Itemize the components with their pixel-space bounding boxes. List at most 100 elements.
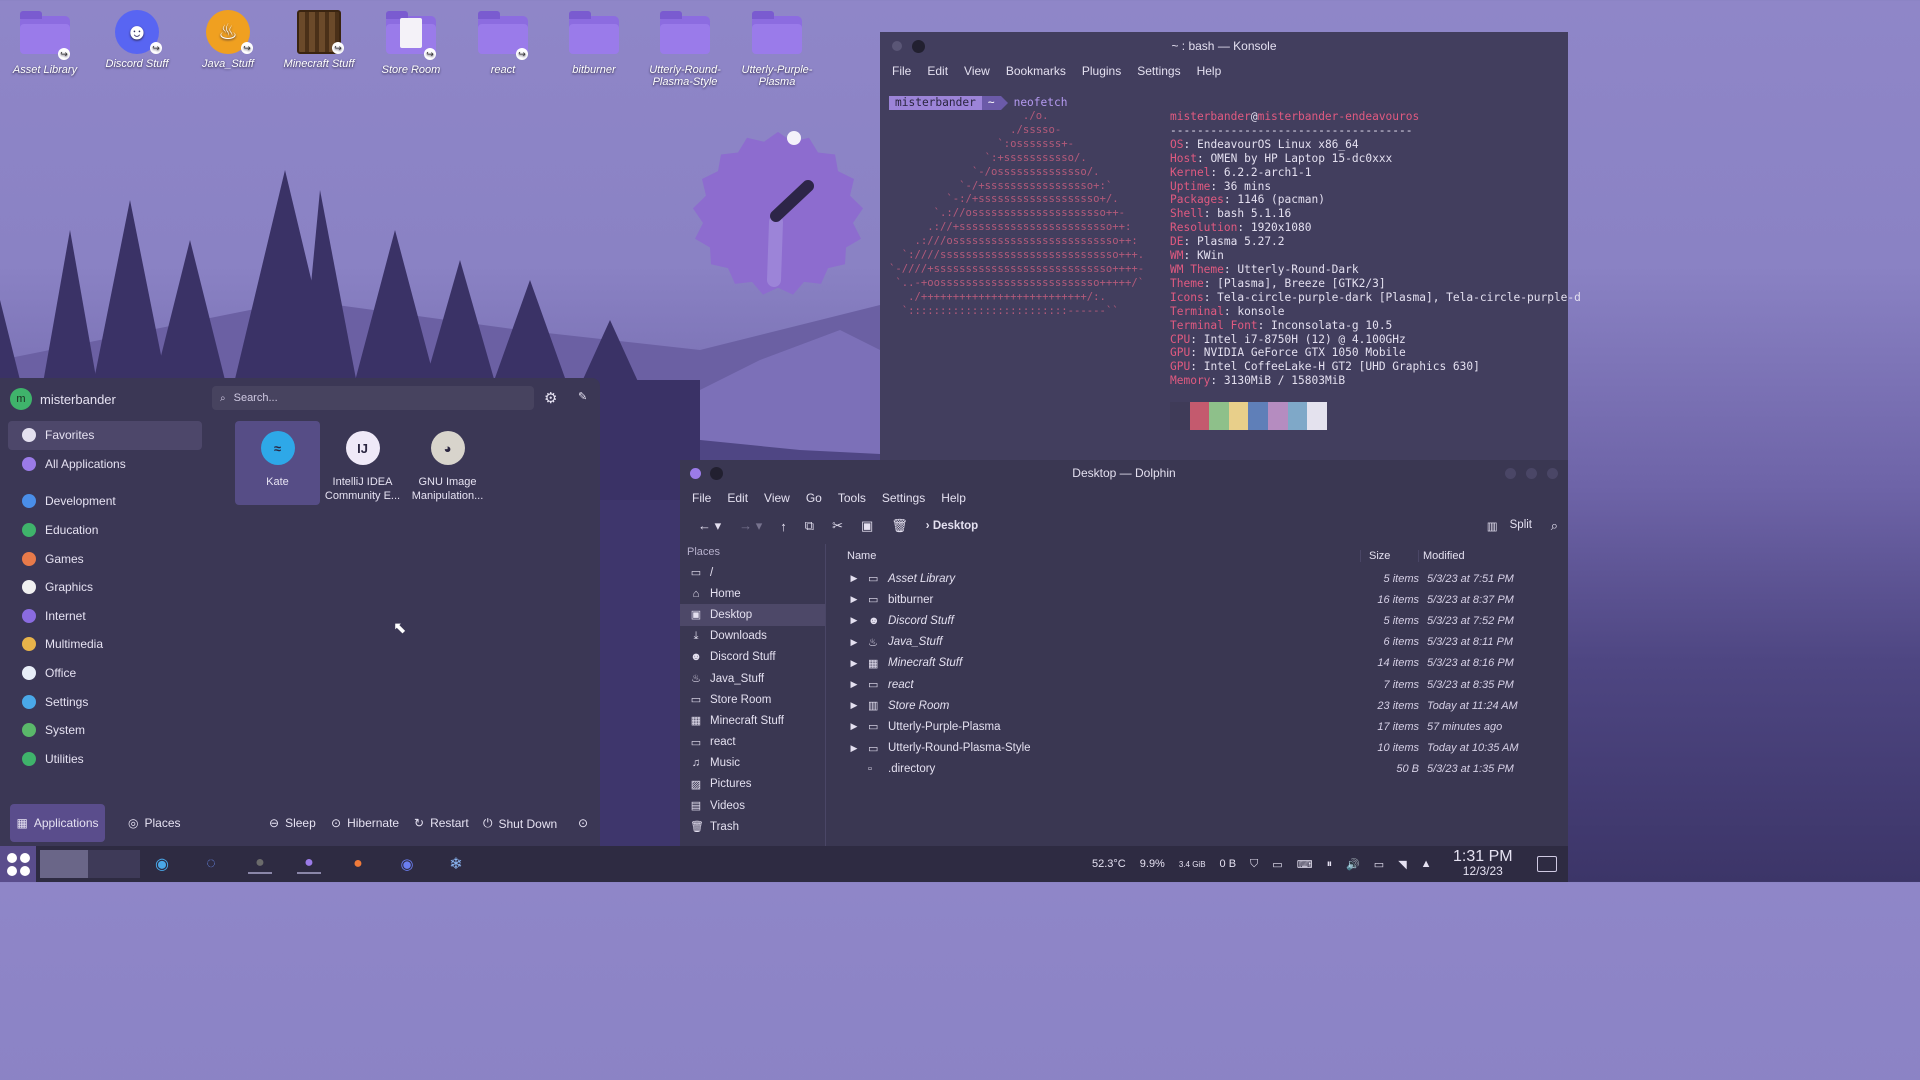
leave-options-icon[interactable]: ⊙ [578,816,588,830]
table-row[interactable]: ▶ ♨ Java_Stuff 6 items 5/3/23 at 8:11 PM [840,632,1550,653]
restart-button[interactable]: ↻ Restart [414,816,469,830]
category-development[interactable]: Development [8,487,202,516]
dolphin-search-icon[interactable]: ⌕ [1551,518,1558,534]
copy-icon[interactable]: ⧉ [805,518,814,534]
konsole-menu-bookmarks[interactable]: Bookmarks [1006,64,1066,78]
category-education[interactable]: Education [8,516,202,545]
application-launcher[interactable]: m misterbander ⌕ Search... ⚙ ✎ Favorites… [0,378,600,846]
dolphin-titlebar[interactable]: Desktop — Dolphin [680,460,1568,486]
konsole-close-icon[interactable] [912,40,925,53]
dolphin-menu-file[interactable]: File [692,491,711,505]
konsole-menu-edit[interactable]: Edit [927,64,948,78]
expand-icon[interactable]: ▶ [840,700,868,711]
app-tile-kate[interactable]: ≈ Kate [235,421,320,505]
desktop-icon-minecraft-stuff[interactable]: ↪ Minecraft Stuff [277,10,361,70]
col-name[interactable]: Name [840,550,1360,562]
table-row[interactable]: ▶ ▭ Utterly-Purple-Plasma 17 items 57 minute… [840,716,1550,737]
konsole-menu-plugins[interactable]: Plugins [1082,64,1121,78]
wifi-icon[interactable]: ◥ [1398,858,1406,871]
places-item-desktop[interactable]: ▣ Desktop [680,604,825,626]
battery-icon[interactable]: ▭ [1374,858,1384,871]
col-modified[interactable]: Modified [1418,550,1465,562]
volume-icon[interactable]: 🔊 [1346,858,1360,871]
table-row[interactable]: ▶ ▭ bitburner 16 items 5/3/23 at 8:37 PM [840,589,1550,610]
breadcrumb[interactable]: › Desktop [926,520,978,532]
sleep-button[interactable]: ⊖ Sleep [269,816,316,830]
table-row[interactable]: ▶ ▭ Asset Library 5 items 5/3/23 at 7:51 PM [840,568,1550,589]
dolphin-window-controls[interactable] [1505,468,1558,479]
places-item-discord-stuff[interactable]: ☻ Discord Stuff [680,647,825,668]
dolphin-menu-edit[interactable]: Edit [727,491,748,505]
dolphin-menu-help[interactable]: Help [941,491,966,505]
hibernate-button[interactable]: ⊙ Hibernate [331,816,399,830]
app-tile-intellij[interactable]: IJ IntelliJ IDEA Community E... [320,421,405,505]
places-item-trash[interactable]: 🗑 Trash [680,816,825,837]
category-system[interactable]: System [8,716,202,745]
terminal-output[interactable]: misterbander ~ neofetch ./o. ./sssso- `:… [889,96,1581,456]
memory-usage[interactable]: 3.4 GiB [1179,860,1206,869]
category-multimedia[interactable]: Multimedia [8,630,202,659]
dolphin-menu-view[interactable]: View [764,491,790,505]
task-dolphin-icon[interactable]: ● [297,854,321,874]
table-row[interactable]: ▶ ▭ Utterly-Round-Plasma-Style 10 items Toda… [840,738,1550,759]
expand-icon[interactable]: ▶ [840,721,868,732]
expand-icon[interactable]: ▶ [840,573,868,584]
places-item-videos[interactable]: ▤ Videos [680,795,825,816]
category-graphics[interactable]: Graphics [8,573,202,602]
table-row[interactable]: ▶ ▭ react 7 items 5/3/23 at 8:35 PM [840,674,1550,695]
konsole-minimize-icon[interactable] [892,41,902,51]
dolphin-window[interactable]: Desktop — Dolphin File Edit View Go Tools Set… [680,460,1568,848]
search-input[interactable]: Search... [234,392,278,404]
shutdown-button[interactable]: ⏻ Shut Down [483,816,557,831]
expand-icon[interactable]: ▶ [840,679,868,690]
pin-icon[interactable]: ✎ [578,390,587,403]
cpu-usage[interactable]: 9.9% [1140,858,1165,870]
network-usage[interactable]: 0 B [1220,858,1237,870]
desktop-icon-asset-library[interactable]: ↪ Asset Library [3,10,87,76]
konsole-menu-view[interactable]: View [964,64,990,78]
konsole-menu-file[interactable]: File [892,64,911,78]
places-item-minecraft-stuff[interactable]: ▦ Minecraft Stuff [680,710,825,731]
dolphin-menu-tools[interactable]: Tools [838,491,866,505]
expand-icon[interactable]: ▶ [840,594,868,605]
show-desktop-icon[interactable] [1537,856,1557,872]
shield-icon[interactable]: ⛉ [1250,858,1258,871]
places-item-home[interactable]: ⌂ Home [680,583,825,604]
split-button[interactable]: ▥ Split [1487,519,1532,533]
places-item-music[interactable]: ♫ Music [680,753,825,774]
desktop-icon-store-room[interactable]: ↪ Store Room [369,10,453,76]
places-item-pictures[interactable]: ▨ Pictures [680,774,825,795]
dolphin-menu-go[interactable]: Go [806,491,822,505]
category-internet[interactable]: Internet [8,602,202,631]
places-item-java-stuff[interactable]: ♨ Java_Stuff [680,668,825,689]
clipboard-icon[interactable]: ▭ [1272,858,1282,871]
konsole-menu-settings[interactable]: Settings [1137,64,1180,78]
table-row[interactable]: ▫ .directory 50 B 5/3/23 at 1:35 PM [840,759,1550,780]
avatar[interactable]: m [10,388,32,410]
app-tile-gnu[interactable]: ◕ GNU Image Manipulation... [405,421,490,505]
table-row[interactable]: ▶ ▦ Minecraft Stuff 14 items 5/3/23 at 8:16 … [840,653,1550,674]
dolphin-close-icon[interactable] [710,467,723,480]
category-favorites[interactable]: Favorites [8,421,202,450]
konsole-menu-help[interactable]: Help [1197,64,1222,78]
paste-icon[interactable]: ▣ [861,518,873,534]
task-dolphin-app-icon[interactable]: ◉ [150,854,174,874]
desktop-icon-react[interactable]: ↪ react [461,10,545,76]
tab-applications[interactable]: ▦ Applications [10,804,105,842]
task-firefox-icon[interactable]: ● [346,855,370,873]
desktop-icon-java-stuff[interactable]: ♨ ↪ Java_Stuff [186,10,270,70]
category-all-applications[interactable]: All Applications [8,450,202,479]
virtual-desktop-pager[interactable] [40,850,140,878]
back-icon[interactable]: ← ▾ [698,518,721,534]
tab-places[interactable]: ◎ Places [128,816,181,830]
category-games[interactable]: Games [8,544,202,573]
desktop-icon-bitburner[interactable]: bitburner [552,10,636,76]
expand-icon[interactable]: ▶ [840,658,868,669]
task-system-monitor-icon[interactable]: ◌ [199,855,223,873]
desktop-icon-discord-stuff[interactable]: ☻ ↪ Discord Stuff [95,10,179,70]
launcher-button[interactable] [0,846,36,882]
dolphin-menu-settings[interactable]: Settings [882,491,925,505]
launcher-search[interactable]: ⌕ Search... [212,386,534,410]
category-settings[interactable]: Settings [8,687,202,716]
expand-icon[interactable]: ▶ [840,615,868,626]
